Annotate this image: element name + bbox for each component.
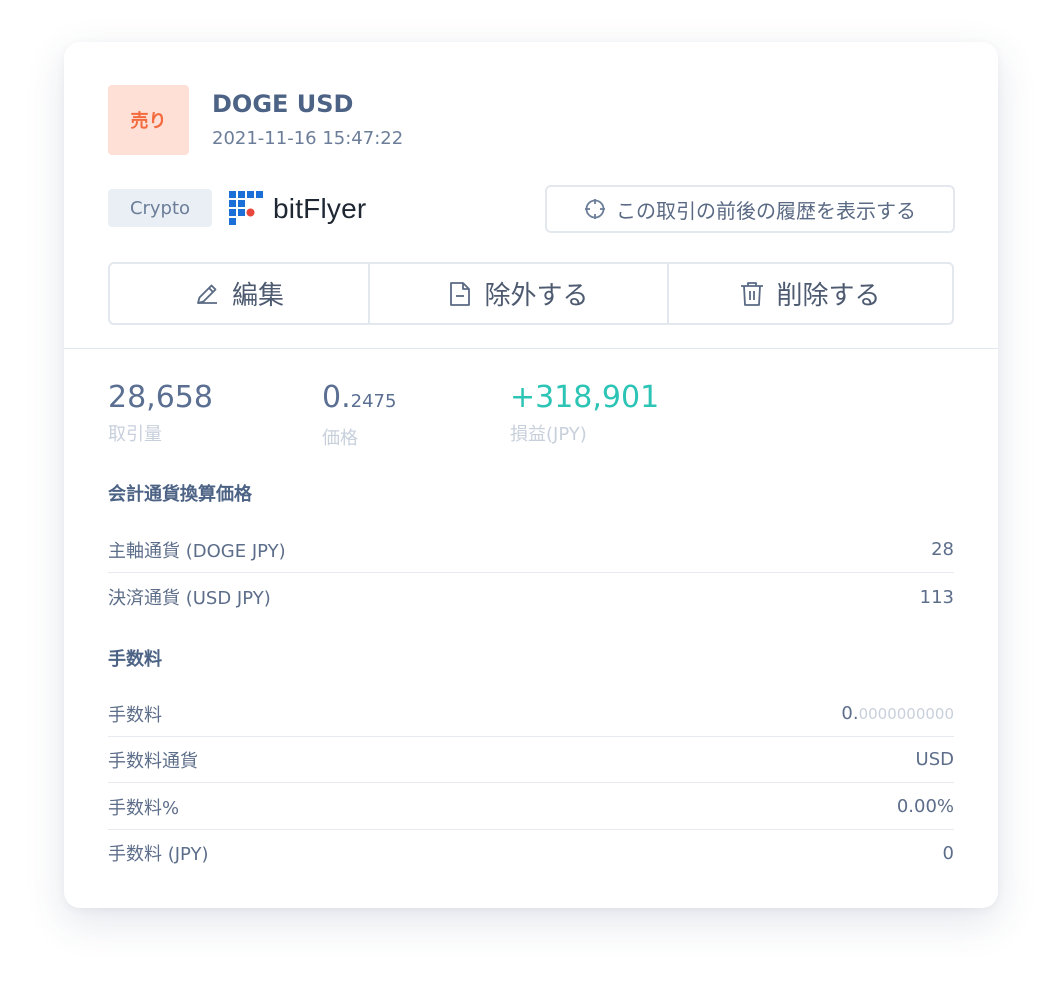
price-value-fraction: 2475 (350, 391, 397, 412)
delete-label: 削除する (776, 281, 881, 311)
fee-row-value: 0.00% (896, 796, 954, 817)
exchange-name: bitFlyer (273, 193, 367, 224)
conversion-row-value: 28 (931, 539, 954, 560)
conversion-row-base: 主軸通貨 (DOGE JPY) 28 (108, 527, 954, 573)
price-value-main: 0. (322, 380, 351, 415)
conversion-row-value: 113 (919, 586, 954, 608)
category-tag: Crypto (108, 189, 212, 227)
fee-row-amount: 手数料 0.0000000000 (108, 691, 954, 737)
volume-label: 取引量 (108, 424, 162, 445)
trash-icon (741, 281, 764, 306)
fee-row-label: 手数料 (108, 704, 162, 726)
show-history-button[interactable]: この取引の前後の履歴を表示する (545, 185, 955, 233)
edit-button[interactable]: 編集 (110, 264, 368, 323)
action-bar: 編集 除外する 削除する (108, 262, 954, 325)
fee-row-percent: 手数料% 0.00% (108, 784, 954, 830)
exclude-label: 除外する (484, 281, 589, 311)
fee-row-currency: 手数料通貨 USD (108, 737, 954, 783)
side-badge: 売り (108, 85, 189, 155)
fee-row-value: 0 (942, 842, 954, 864)
fee-row-jpy: 手数料 (JPY) 0 (108, 830, 954, 876)
trade-datetime: 2021-11-16 15:47:22 (212, 128, 404, 149)
conversion-row-settlement: 決済通貨 (USD JPY) 113 (108, 574, 954, 620)
crosshair-icon (585, 199, 605, 219)
category-tag-label: Crypto (129, 197, 191, 219)
stat-pnl: +318,901 損益(JPY) (510, 378, 659, 446)
volume-value: 28,658 (108, 380, 213, 415)
show-history-label: この取引の前後の履歴を表示する (616, 198, 916, 223)
stat-volume: 28,658 取引量 (108, 378, 213, 446)
trading-pair: DOGE USD (212, 90, 354, 118)
side-badge-label: 売り (130, 111, 167, 132)
conversion-row-label: 決済通貨 (USD JPY) (108, 588, 271, 609)
price-label: 価格 (322, 428, 358, 449)
stat-price: 0.2475 価格 (322, 378, 396, 450)
conversion-row-label: 主軸通貨 (DOGE JPY) (108, 540, 286, 562)
pencil-icon (197, 284, 217, 304)
fee-row-value: USD (915, 749, 954, 770)
bitflyer-logo-icon (229, 191, 263, 225)
conversion-section-title: 会計通貨換算価格 (108, 484, 252, 505)
price-value: 0.2475 (322, 378, 396, 422)
fee-row-label: 手数料% (108, 797, 180, 819)
exchange-logo: bitFlyer (229, 189, 366, 229)
trade-header: 売り DOGE USD 2021-11-16 15:47:22 Crypto b… (64, 42, 998, 349)
fees-section-title: 手数料 (108, 649, 162, 670)
fee-row-value: 0.0000000000 (841, 703, 954, 724)
trade-detail-card: 売り DOGE USD 2021-11-16 15:47:22 Crypto b… (64, 42, 998, 908)
fee-row-label: 手数料 (JPY) (108, 844, 209, 865)
pnl-label: 損益(JPY) (510, 424, 587, 445)
document-minus-icon (450, 281, 471, 306)
fee-value-main: 0. (841, 703, 859, 724)
exclude-button[interactable]: 除外する (368, 264, 667, 323)
pnl-value: +318,901 (510, 380, 660, 415)
delete-button[interactable]: 削除する (667, 264, 952, 323)
fee-row-label: 手数料通貨 (108, 750, 198, 772)
fee-value-fraction: 0000000000 (858, 705, 954, 723)
edit-label: 編集 (231, 281, 284, 311)
